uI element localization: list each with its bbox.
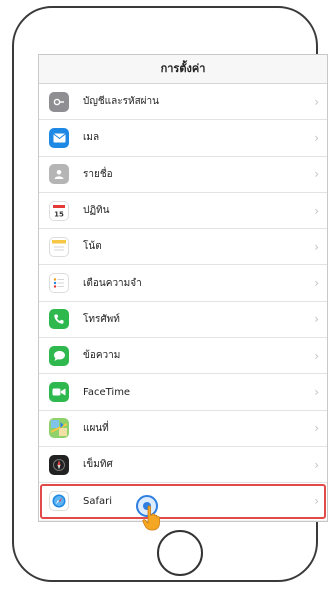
svg-text:15: 15 <box>54 210 64 218</box>
reminders-icon <box>49 273 69 294</box>
settings-item-calendar[interactable]: 15 ปฏิทิน › <box>39 193 327 230</box>
settings-item-label: บัญชีและรหัสผ่าน <box>83 96 159 108</box>
chevron-right-icon: › <box>314 494 319 509</box>
pointing-hand-icon <box>142 505 162 531</box>
chevron-right-icon: › <box>314 203 319 218</box>
settings-item-messages[interactable]: ข้อความ › <box>39 338 327 375</box>
settings-item-notes[interactable]: โน้ต › <box>39 229 327 266</box>
settings-item-phone[interactable]: โทรศัพท์ › <box>39 302 327 339</box>
settings-item-label: รายชื่อ <box>83 168 113 180</box>
settings-item-safari[interactable]: Safari › <box>39 483 327 519</box>
settings-item-label: Safari <box>83 495 113 507</box>
home-button[interactable] <box>157 530 203 576</box>
mail-icon <box>49 127 69 148</box>
settings-item-compass[interactable]: เข็มทิศ › <box>39 447 327 484</box>
chevron-right-icon: › <box>314 276 319 291</box>
key-icon <box>49 91 69 112</box>
chevron-right-icon: › <box>314 348 319 363</box>
settings-item-label: ข้อความ <box>83 350 121 362</box>
safari-icon <box>49 491 69 512</box>
settings-item-mail[interactable]: เมล › <box>39 120 327 157</box>
settings-item-label: แผนที่ <box>83 422 109 434</box>
settings-item-label: เมล <box>83 132 100 144</box>
settings-item-label: FaceTime <box>83 386 131 398</box>
settings-list: บัญชีและรหัสผ่าน › เมล › รายชื่อ › 15 ปฏ… <box>39 84 327 520</box>
chevron-right-icon: › <box>314 167 319 182</box>
settings-item-maps[interactable]: แผนที่ › <box>39 411 327 447</box>
notes-icon <box>49 236 69 257</box>
settings-item-label: ปฏิทิน <box>83 205 110 217</box>
chevron-right-icon: › <box>314 421 319 436</box>
chevron-right-icon: › <box>314 457 319 472</box>
facetime-icon <box>49 382 69 403</box>
calendar-icon: 15 <box>49 200 69 221</box>
settings-item-accounts-passwords[interactable]: บัญชีและรหัสผ่าน › <box>39 84 327 121</box>
page-title: การตั้งค่า <box>39 55 327 84</box>
settings-item-label: โทรศัพท์ <box>83 313 120 325</box>
settings-item-label: เตือนความจำ <box>83 277 142 289</box>
settings-item-contacts[interactable]: รายชื่อ › <box>39 157 327 193</box>
chevron-right-icon: › <box>314 130 319 145</box>
contacts-icon <box>49 164 69 185</box>
phone-icon <box>49 309 69 330</box>
settings-screen: การตั้งค่า บัญชีและรหัสผ่าน › เมล › รายช… <box>38 54 328 522</box>
compass-icon <box>49 454 69 475</box>
chevron-right-icon: › <box>314 239 319 254</box>
settings-item-label: เข็มทิศ <box>83 459 113 471</box>
chevron-right-icon: › <box>314 94 319 109</box>
maps-icon <box>49 418 69 439</box>
settings-item-label: โน้ต <box>83 241 102 253</box>
settings-item-reminders[interactable]: เตือนความจำ › <box>39 265 327 302</box>
chevron-right-icon: › <box>314 385 319 400</box>
messages-icon <box>49 345 69 366</box>
chevron-right-icon: › <box>314 312 319 327</box>
settings-item-facetime[interactable]: FaceTime › <box>39 374 327 411</box>
